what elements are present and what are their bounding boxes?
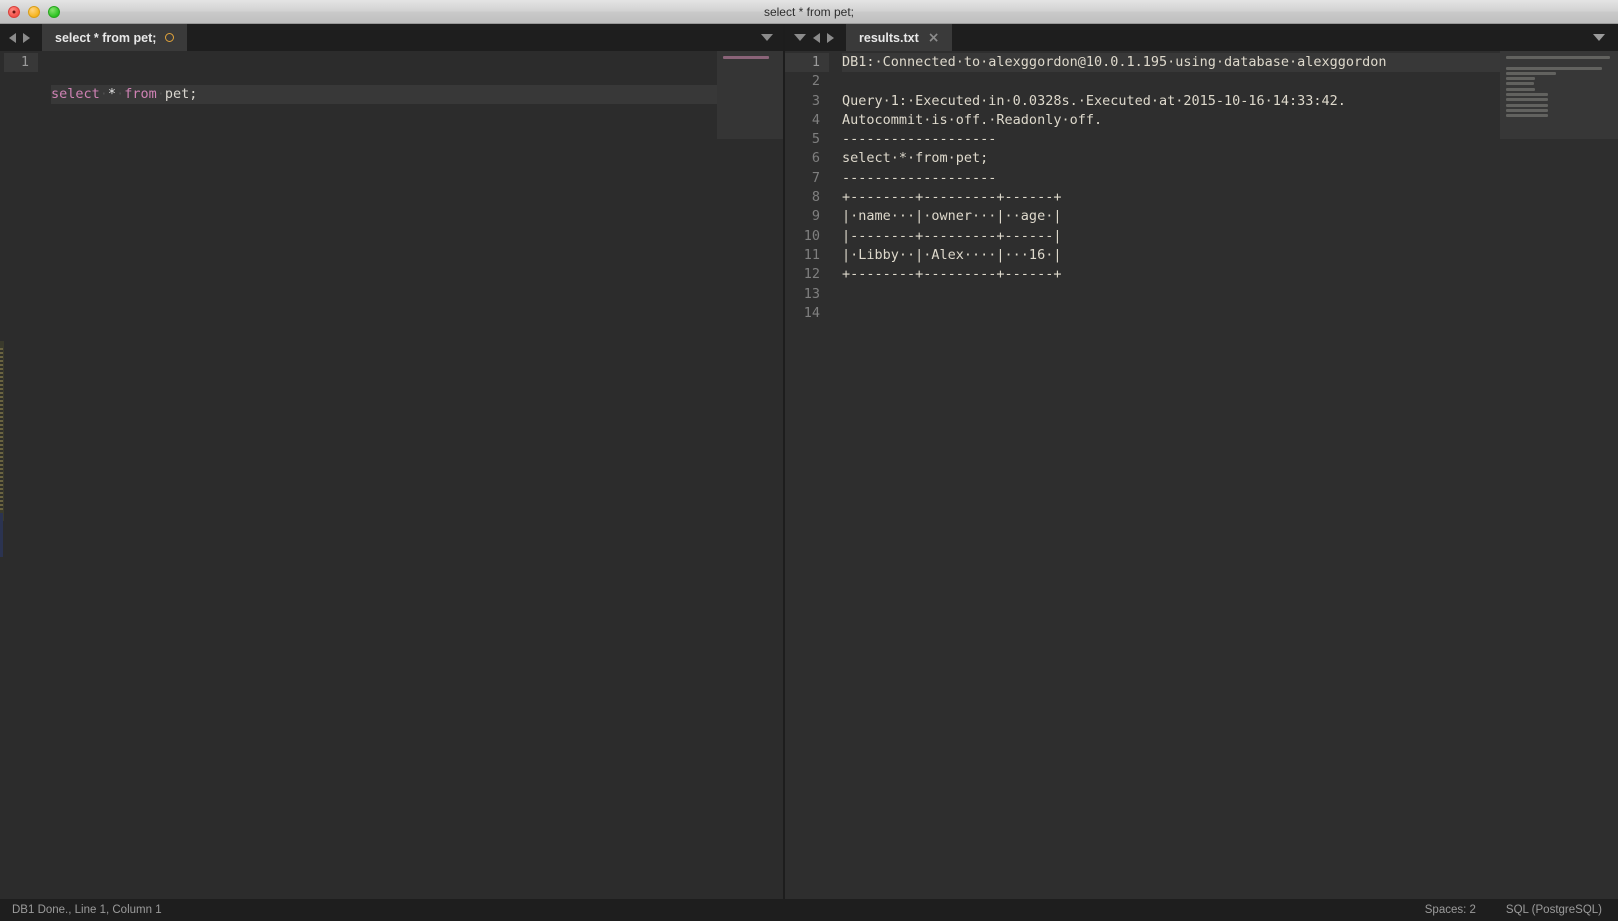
application-window: select * from pet; select * from pet; — [0, 0, 1618, 921]
left-tab-overflow-button[interactable] — [751, 24, 783, 51]
sql-code-content[interactable]: select·*·from·pet; — [38, 51, 717, 899]
left-minimap-viewport[interactable] — [717, 51, 783, 139]
close-window-button[interactable] — [8, 6, 20, 18]
results-line — [842, 285, 1500, 304]
line-number: 10 — [785, 227, 829, 246]
minimap-line — [1506, 109, 1548, 112]
line-number: 13 — [785, 285, 829, 304]
results-line: select·*·from·pet; — [842, 149, 1500, 168]
results-line: |·name···|·owner···|··age·| — [842, 207, 1500, 226]
tab-select-from-pet[interactable]: select * from pet; — [42, 24, 187, 51]
results-line: +--------+---------+------+ — [842, 265, 1500, 284]
sql-star-operator: * — [108, 86, 116, 102]
space-dot: · — [157, 86, 165, 102]
results-line: |·Libby··|·Alex····|···16·| — [842, 246, 1500, 265]
syntax-mode[interactable]: SQL (PostgreSQL) — [1506, 904, 1602, 916]
line-number: 3 — [785, 92, 829, 111]
line-number: 11 — [785, 246, 829, 265]
left-tabbar: select * from pet; — [0, 24, 783, 51]
status-bar: DB1 Done., Line 1, Column 1 Spaces: 2 SQ… — [0, 899, 1618, 921]
right-tabbar: results.txt × — [785, 24, 1618, 51]
right-tab-overflow-button[interactable] — [1580, 24, 1618, 51]
close-icon[interactable]: × — [928, 31, 940, 45]
results-line — [842, 72, 1500, 91]
minimap-line — [1506, 56, 1610, 59]
minimap-line — [1506, 67, 1602, 70]
right-editor-pane: results.txt × 1234567891011121314 DB1:·C… — [785, 24, 1618, 899]
line-number: 1 — [785, 53, 829, 72]
line-number: 5 — [785, 130, 829, 149]
minimap-line — [1506, 104, 1548, 107]
results-line — [842, 304, 1500, 323]
chevron-down-icon — [1593, 34, 1605, 41]
tab-results-txt[interactable]: results.txt × — [846, 24, 952, 51]
results-editor[interactable]: 1234567891011121314 DB1:·Connected·to·al… — [785, 51, 1618, 899]
maximize-window-button[interactable] — [48, 6, 60, 18]
results-line: |--------+---------+------| — [842, 227, 1500, 246]
arrow-right-icon[interactable] — [827, 33, 834, 43]
minimap-line — [723, 56, 769, 59]
left-editor-pane: select * from pet; 1 select·*·from·pet; — [0, 24, 783, 899]
arrow-left-icon[interactable] — [9, 33, 16, 43]
results-line: +--------+---------+------+ — [842, 188, 1500, 207]
left-tabbar-spacer — [187, 24, 751, 51]
line-number: 8 — [785, 188, 829, 207]
status-message: DB1 Done., Line 1, Column 1 — [12, 904, 162, 916]
indentation-setting[interactable]: Spaces: 2 — [1425, 904, 1476, 916]
line-number: 14 — [785, 304, 829, 323]
status-right-group: Spaces: 2 SQL (PostgreSQL) — [1425, 904, 1606, 916]
chevron-down-icon — [761, 34, 773, 41]
minimize-window-button[interactable] — [28, 6, 40, 18]
right-minimap[interactable] — [1500, 51, 1618, 899]
line-number: 1 — [4, 53, 38, 72]
minimap-line — [1506, 77, 1535, 80]
code-line: select·*·from·pet; — [51, 85, 717, 104]
sql-table-name: pet; — [165, 86, 198, 102]
minimap-line — [1506, 93, 1548, 96]
line-number: 2 — [785, 72, 829, 91]
left-minimap[interactable] — [717, 51, 783, 899]
tab-label: select * from pet; — [55, 31, 156, 45]
left-tab-navigation — [0, 24, 42, 51]
minimap-line — [1506, 98, 1548, 101]
tab-label: results.txt — [859, 31, 919, 45]
right-line-number-gutter: 1234567891011121314 — [785, 51, 829, 899]
minimap-line — [1506, 82, 1534, 85]
line-number: 12 — [785, 265, 829, 284]
arrow-right-icon[interactable] — [23, 33, 30, 43]
minimap-line — [1506, 114, 1548, 117]
space-dot: · — [116, 86, 124, 102]
sql-keyword-select: select — [51, 86, 100, 102]
results-line: Autocommit·is·off.·Readonly·off. — [842, 111, 1500, 130]
chevron-down-icon[interactable] — [794, 34, 806, 41]
right-minimap-lines — [1506, 56, 1614, 130]
arrow-left-icon[interactable] — [813, 33, 820, 43]
window-titlebar: select * from pet; — [0, 0, 1618, 24]
sql-editor[interactable]: 1 select·*·from·pet; — [0, 51, 783, 899]
results-line: ------------------- — [842, 169, 1500, 188]
results-line: ------------------- — [842, 130, 1500, 149]
sql-keyword-from: from — [124, 86, 157, 102]
line-number: 4 — [785, 111, 829, 130]
results-line: Query·1:·Executed·in·0.0328s.·Executed·a… — [842, 92, 1500, 111]
left-edge-marker-strip — [0, 51, 4, 899]
line-number: 9 — [785, 207, 829, 226]
window-controls — [0, 6, 60, 18]
line-number: 7 — [785, 169, 829, 188]
window-title: select * from pet; — [0, 5, 1618, 19]
left-line-number-gutter: 1 — [4, 51, 38, 899]
right-tab-navigation — [785, 24, 846, 51]
line-number: 6 — [785, 149, 829, 168]
results-line: DB1:·Connected·to·alexggordon@10.0.1.195… — [842, 53, 1500, 72]
minimap-line — [1506, 88, 1535, 91]
unsaved-changes-icon — [165, 33, 174, 42]
space-dot: · — [100, 86, 108, 102]
results-content[interactable]: DB1:·Connected·to·alexggordon@10.0.1.195… — [829, 51, 1500, 899]
right-tabbar-spacer — [952, 24, 1580, 51]
left-minimap-lines — [723, 56, 779, 61]
minimap-line — [1506, 72, 1556, 75]
editor-workspace: select * from pet; 1 select·*·from·pet; — [0, 24, 1618, 899]
